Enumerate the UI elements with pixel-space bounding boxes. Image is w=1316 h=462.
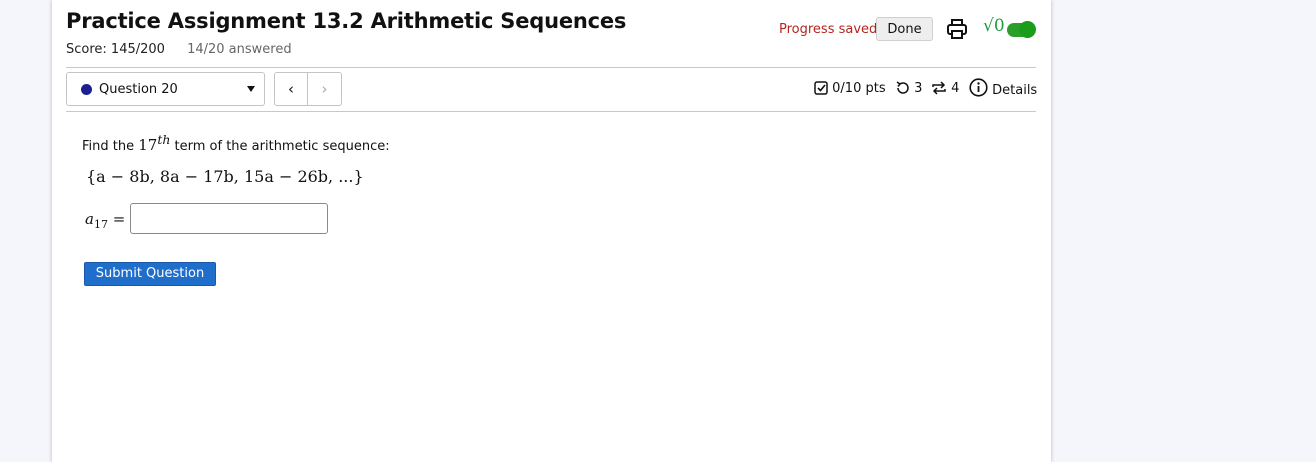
assignment-page: Practice Assignment 13.2 Arithmetic Sequ… [52, 0, 1051, 462]
question-status-dot [81, 84, 92, 95]
details-link[interactable]: Details [969, 78, 1037, 98]
answer-label: a17 = [85, 210, 125, 231]
next-question-button[interactable]: › [308, 72, 342, 106]
versions-indicator: 4 [931, 81, 959, 96]
question-select[interactable]: Question 20 [66, 72, 265, 106]
answered-count: 14/20 answered [187, 42, 292, 57]
term-suffix: th [157, 132, 171, 147]
answer-variable: a [85, 210, 94, 228]
print-icon[interactable] [946, 18, 968, 40]
score-text: Score: 145/200 [66, 42, 165, 57]
points-text: 0/10 pts [832, 81, 886, 96]
answer-subscript: 17 [93, 218, 108, 231]
info-icon [969, 78, 988, 97]
prompt-suffix: term of the arithmetic sequence: [170, 139, 390, 154]
done-button[interactable]: Done [876, 17, 933, 41]
math-entry-toggle[interactable] [1007, 21, 1036, 38]
details-label: Details [992, 83, 1038, 98]
term-number: 17th [138, 132, 171, 154]
page-title: Practice Assignment 13.2 Arithmetic Sequ… [66, 9, 627, 33]
checkbox-icon [814, 81, 828, 95]
math-entry-icon: √0 [983, 16, 1005, 36]
answer-input[interactable] [130, 203, 328, 234]
sequence-expression: {a − 8b, 8a − 17b, 15a − 26b, ...} [86, 167, 364, 186]
attempts-indicator: 3 [895, 81, 922, 96]
retry-icon [896, 81, 909, 94]
caret-down-icon [247, 86, 255, 92]
score-line: Score: 145/200 14/20 answered [66, 42, 292, 57]
question-prompt: Find the 17th term of the arithmetic seq… [82, 132, 390, 154]
submit-question-button[interactable]: Submit Question [84, 262, 216, 286]
progress-status: Progress saved [779, 22, 878, 37]
toggle-knob [1019, 21, 1036, 38]
prompt-prefix: Find the [82, 139, 139, 154]
repeat-icon [932, 81, 946, 95]
answer-equals: = [107, 210, 126, 228]
versions-text: 4 [951, 81, 960, 96]
header-divider [66, 67, 1036, 68]
question-select-label: Question 20 [99, 82, 178, 97]
nav-divider [66, 111, 1036, 112]
previous-question-button[interactable]: ‹ [274, 72, 308, 106]
attempts-text: 3 [914, 81, 923, 96]
points-indicator: 0/10 pts [814, 81, 886, 96]
